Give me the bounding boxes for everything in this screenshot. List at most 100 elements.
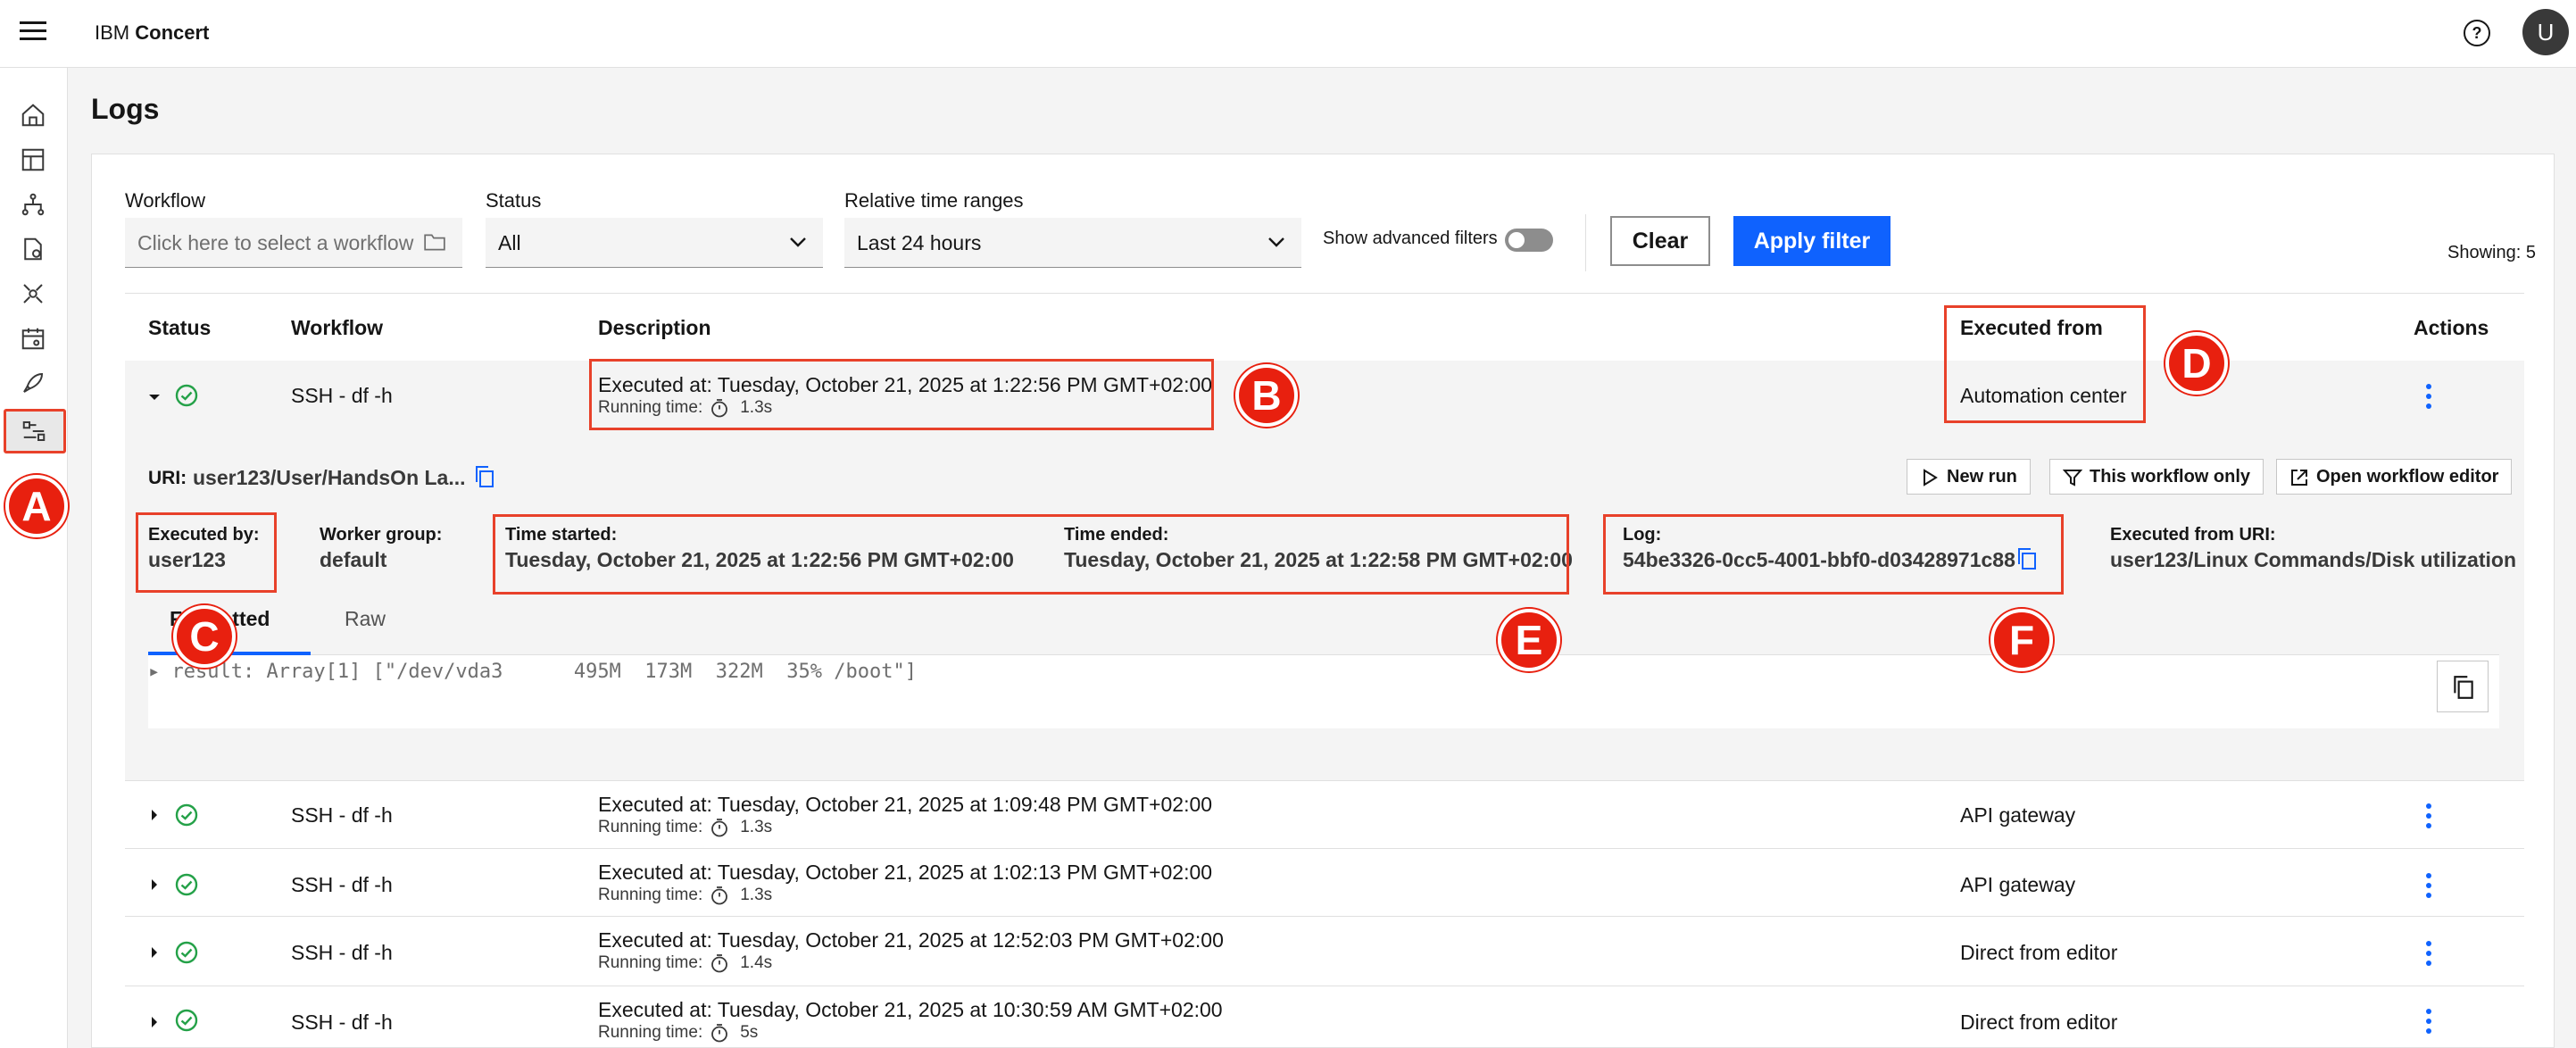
timer-icon	[711, 1024, 728, 1043]
callout-badge-f: F	[1990, 609, 2053, 671]
running-time: Running time: 1.3s	[598, 886, 772, 905]
timer-icon	[711, 819, 728, 837]
chevron-right-icon[interactable]	[146, 944, 162, 961]
executed-from: API gateway	[1960, 803, 2076, 827]
rocket-icon[interactable]	[20, 370, 46, 396]
workflow-name[interactable]: SSH - df -h	[291, 384, 393, 408]
workflow-icon[interactable]	[4, 409, 66, 453]
executed-at: Executed at: Tuesday, October 21, 2025 a…	[598, 928, 1224, 952]
workflow-name[interactable]: SSH - df -h	[291, 873, 393, 897]
executed-at: Executed at: Tuesday, October 21, 2025 a…	[598, 793, 1213, 816]
executed-from: Direct from editor	[1960, 1011, 2118, 1034]
chevron-down-icon	[1268, 237, 1284, 247]
executed-from-uri-label: Executed from URI:	[2110, 525, 2276, 545]
running-time-label: Running time:	[598, 886, 703, 905]
executed-from-uri-value: user123/Linux Commands/Disk utilization	[2110, 548, 2516, 571]
callout-box-f	[1603, 514, 2064, 595]
running-time-label: Running time:	[598, 1023, 703, 1043]
timer-icon	[711, 886, 728, 905]
workflow-name[interactable]: SSH - df -h	[291, 941, 393, 965]
header-status[interactable]: Status	[148, 316, 211, 340]
running-time-label: Running time:	[598, 818, 703, 837]
running-time-value: 1.3s	[740, 818, 773, 837]
chevron-right-icon[interactable]	[146, 807, 162, 823]
header-description[interactable]: Description	[598, 316, 711, 340]
success-icon	[175, 1009, 198, 1032]
open-workflow-editor-button[interactable]: Open workflow editor	[2276, 459, 2513, 495]
overflow-menu-icon[interactable]	[2424, 941, 2433, 968]
uri-value: user123/User/HandsOn La...	[193, 466, 466, 489]
running-time-value: 1.3s	[740, 886, 773, 905]
folder-icon	[424, 234, 445, 251]
document-icon[interactable]	[20, 236, 46, 262]
running-time-value: 1.4s	[740, 953, 773, 973]
this-workflow-only-label: This workflow only	[2090, 467, 2251, 487]
time-range-value: Last 24 hours	[857, 231, 982, 254]
callout-badge-d: D	[2165, 332, 2228, 395]
home-icon[interactable]	[20, 102, 46, 129]
overflow-menu-icon[interactable]	[2424, 1009, 2433, 1036]
workflow-name[interactable]: SSH - df -h	[291, 803, 393, 828]
callout-box-c	[136, 512, 277, 593]
divider	[125, 780, 2524, 781]
brand[interactable]: IBM Concert	[95, 21, 209, 45]
overflow-menu-icon[interactable]	[2424, 384, 2433, 411]
table-row[interactable]	[125, 361, 2524, 430]
copy-output-button[interactable]	[2437, 661, 2489, 712]
callout-badge-e: E	[1498, 609, 1560, 671]
brand-prefix: IBM	[95, 21, 130, 44]
worker-group-label: Worker group:	[320, 525, 443, 545]
worker-group-value: default	[320, 548, 387, 571]
divider	[125, 848, 2524, 849]
timer-icon	[711, 954, 728, 973]
new-run-button[interactable]: New run	[1907, 459, 2031, 495]
success-icon	[175, 873, 198, 896]
overflow-menu-icon[interactable]	[2424, 873, 2433, 900]
workflow-select-input[interactable]: Click here to select a workflow	[125, 218, 462, 268]
showing-count: Showing: 5	[2447, 243, 2536, 262]
time-range-dropdown[interactable]: Last 24 hours	[844, 218, 1301, 268]
running-time: Running time: 1.3s	[598, 818, 772, 837]
play-icon	[1924, 469, 1938, 487]
success-icon	[175, 803, 198, 827]
uri-label: URI:	[148, 468, 187, 488]
executed-from: Direct from editor	[1960, 941, 2118, 964]
apply-filter-button[interactable]: Apply filter	[1733, 216, 1890, 266]
success-icon	[175, 941, 198, 964]
topology-icon[interactable]	[20, 191, 46, 218]
chevron-right-icon[interactable]	[146, 877, 162, 893]
this-workflow-only-button[interactable]: This workflow only	[2049, 459, 2264, 495]
network-icon[interactable]	[20, 280, 46, 307]
workflow-filter-label: Workflow	[125, 189, 206, 212]
avatar[interactable]: U	[2522, 9, 2569, 55]
menu-icon[interactable]	[20, 21, 46, 45]
chevron-right-icon[interactable]	[146, 1014, 162, 1030]
advanced-filters-toggle[interactable]	[1505, 229, 1553, 252]
output-text[interactable]: ▸ result: Array[1] ["/dev/vda3 495M 173M…	[148, 661, 917, 683]
workflow-name[interactable]: SSH - df -h	[291, 1011, 393, 1035]
copy-icon[interactable]	[473, 464, 496, 489]
status-value: All	[498, 231, 521, 254]
calendar-icon[interactable]	[20, 325, 46, 352]
header-workflow[interactable]: Workflow	[291, 316, 383, 340]
dashboard-icon[interactable]	[20, 146, 46, 173]
open-workflow-editor-label: Open workflow editor	[2316, 467, 2499, 487]
running-time: Running time: 5s	[598, 1023, 758, 1043]
top-bar: IBM Concert ? U	[0, 0, 2576, 68]
filter-icon	[2063, 470, 2082, 487]
executed-at: Executed at: Tuesday, October 21, 2025 a…	[598, 861, 1213, 884]
launch-icon	[2291, 470, 2307, 486]
executed-from: API gateway	[1960, 873, 2076, 896]
overflow-menu-icon[interactable]	[2424, 803, 2433, 830]
tab-raw[interactable]: Raw	[345, 607, 386, 631]
chevron-down-icon[interactable]	[146, 389, 162, 405]
advanced-filters-label: Show advanced filters	[1323, 229, 1498, 248]
side-nav	[0, 68, 68, 1048]
divider	[1585, 214, 1586, 271]
help-icon[interactable]: ?	[2464, 20, 2490, 46]
status-dropdown[interactable]: All	[486, 218, 823, 268]
callout-badge-b: B	[1235, 364, 1298, 427]
workflow-placeholder: Click here to select a workflow	[137, 231, 414, 254]
running-time-value: 5s	[740, 1023, 759, 1043]
clear-button[interactable]: Clear	[1610, 216, 1710, 266]
